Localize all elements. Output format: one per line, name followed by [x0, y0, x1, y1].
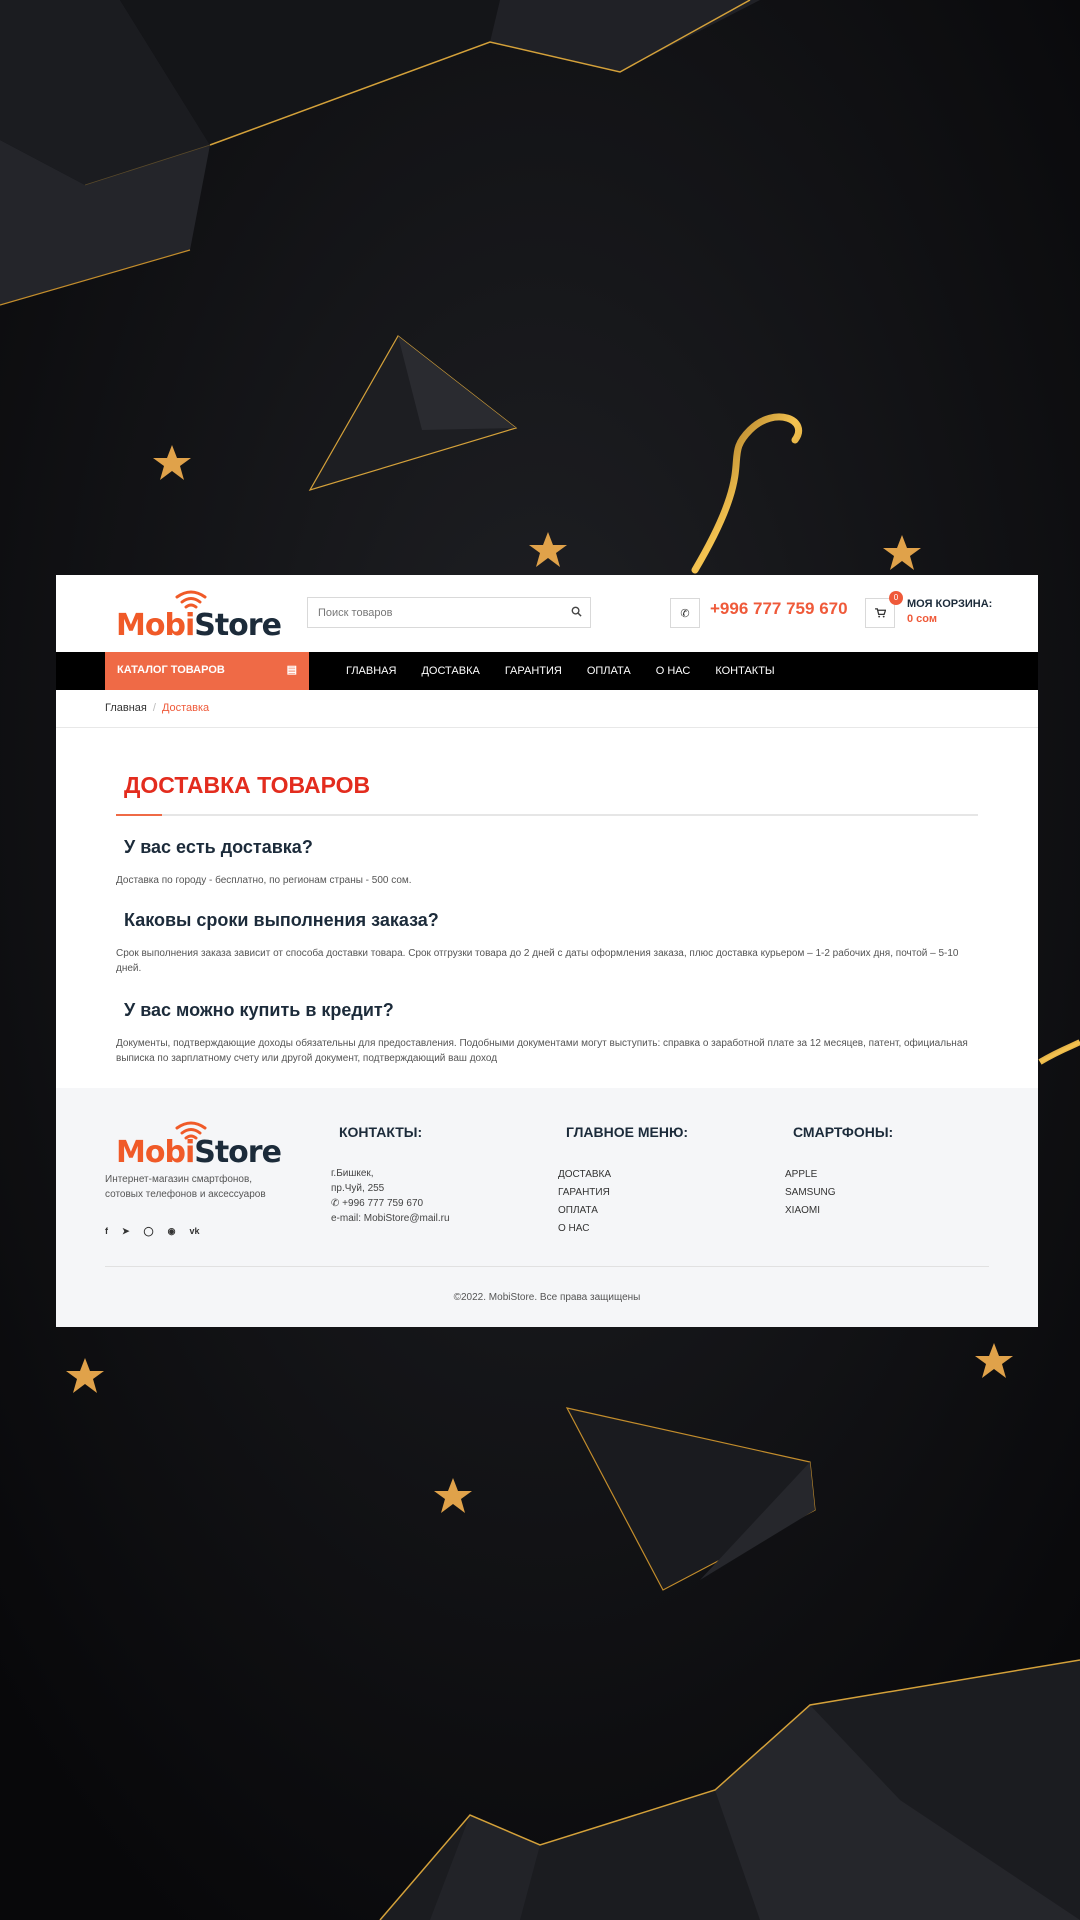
footer-brand-xiaomi[interactable]: XIAOMI	[785, 1202, 893, 1220]
catalog-label: КАТАЛОГ ТОВАРОВ	[117, 664, 225, 676]
cart-sum: 0 сом	[907, 613, 938, 625]
footer-logo[interactable]: MobiStore	[116, 1120, 286, 1170]
footer-phone[interactable]: ✆ +996 777 759 670	[331, 1196, 450, 1211]
footer-city: г.Бишкек,	[331, 1168, 374, 1179]
twitter-icon[interactable]: ➤	[122, 1226, 130, 1237]
faq-answer: Срок выполнения заказа зависит от способ…	[116, 948, 959, 974]
footer-menu-payment[interactable]: ОПЛАТА	[558, 1202, 688, 1220]
faq-question: У вас можно купить в кредит?	[124, 1000, 394, 1020]
footer-smartphones-title: СМАРТФОНЫ:	[793, 1124, 894, 1140]
facebook-icon[interactable]: f	[105, 1226, 108, 1237]
wifi-waves-icon	[175, 590, 207, 609]
faq-answer: Документы, подтверждающие доходы обязате…	[116, 1038, 968, 1064]
catalog-button[interactable]: КАТАЛОГ ТОВАРОВ ▤	[105, 652, 309, 690]
footer-divider	[105, 1266, 989, 1267]
logo-text: MobiStore	[116, 608, 282, 643]
search-icon[interactable]	[562, 606, 590, 620]
header: MobiStore ✆ +996 777 759 670 0 МОЯ КОРЗИ…	[56, 575, 1038, 652]
footer-contacts: КОНТАКТЫ: г.Бишкек, пр.Чуй, 255 ✆ +996 7…	[331, 1124, 450, 1226]
phone-button[interactable]: ✆	[670, 598, 700, 628]
pinterest-icon[interactable]: ◉	[168, 1226, 176, 1237]
faq-question: У вас есть доставка?	[124, 837, 313, 857]
instagram-icon[interactable]: ◯	[144, 1226, 154, 1237]
search-box	[307, 597, 591, 628]
footer-description: Интернет-магазин смартфонов, сотовых тел…	[105, 1174, 266, 1200]
nav-item-warranty[interactable]: ГАРАНТИЯ	[505, 652, 562, 690]
nav-item-payment[interactable]: ОПЛАТА	[587, 652, 631, 690]
cart-title[interactable]: МОЯ КОРЗИНА:	[907, 598, 992, 610]
main-content: ДОСТАВКА ТОВАРОВ У вас есть доставка? До…	[56, 772, 1038, 1066]
footer-menu-about[interactable]: О НАС	[558, 1220, 688, 1238]
footer-menu-warranty[interactable]: ГАРАНТИЯ	[558, 1184, 688, 1202]
page-title: ДОСТАВКА ТОВАРОВ	[124, 772, 371, 798]
phone-icon: ✆	[680, 607, 690, 620]
faq-question: Каковы сроки выполнения заказа?	[124, 910, 439, 930]
footer-street: пр.Чуй, 255	[331, 1183, 385, 1194]
title-divider	[116, 814, 978, 816]
footer-brand-apple[interactable]: APPLE	[785, 1166, 893, 1184]
footer-email[interactable]: e-mail: MobiStore@mail.ru	[331, 1211, 450, 1226]
main-navbar: КАТАЛОГ ТОВАРОВ ▤ ГЛАВНАЯ ДОСТАВКА ГАРАН…	[56, 652, 1038, 690]
nav-item-delivery[interactable]: ДОСТАВКА	[421, 652, 479, 690]
breadcrumb: Главная / Доставка	[56, 690, 1038, 728]
footer-main-menu: ГЛАВНОЕ МЕНЮ: ДОСТАВКА ГАРАНТИЯ ОПЛАТА О…	[558, 1124, 688, 1238]
footer: MobiStore Интернет-магазин смартфонов, с…	[56, 1088, 1038, 1327]
main-menu: ГЛАВНАЯ ДОСТАВКА ГАРАНТИЯ ОПЛАТА О НАС К…	[346, 652, 800, 690]
header-phone-number[interactable]: +996 777 759 670	[710, 599, 848, 619]
cart-count-badge: 0	[889, 591, 903, 605]
faq-answer: Доставка по городу - бесплатно, по регио…	[116, 875, 412, 886]
breadcrumb-current: Доставка	[161, 702, 210, 714]
nav-item-about[interactable]: О НАС	[656, 652, 691, 690]
footer-menu-title: ГЛАВНОЕ МЕНЮ:	[566, 1124, 689, 1140]
cart-icon	[874, 608, 886, 618]
copyright: ©2022. MobiStore. Все права защищены	[453, 1292, 641, 1303]
social-links: f ➤ ◯ ◉ vk	[105, 1226, 200, 1237]
footer-menu-delivery[interactable]: ДОСТАВКА	[558, 1166, 688, 1184]
logo-text: MobiStore	[116, 1135, 282, 1170]
breadcrumb-home[interactable]: Главная	[105, 702, 147, 714]
footer-brand-samsung[interactable]: SAMSUNG	[785, 1184, 893, 1202]
search-input[interactable]	[308, 598, 562, 627]
footer-contacts-title: КОНТАКТЫ:	[339, 1124, 423, 1140]
list-icon: ▤	[286, 664, 297, 676]
vk-icon[interactable]: vk	[189, 1226, 199, 1237]
footer-smartphones: СМАРТФОНЫ: APPLE SAMSUNG XIAOMI	[785, 1124, 893, 1220]
nav-item-home[interactable]: ГЛАВНАЯ	[346, 652, 396, 690]
nav-item-contacts[interactable]: КОНТАКТЫ	[715, 652, 774, 690]
phone-icon: ✆	[331, 1198, 343, 1209]
breadcrumb-separator: /	[152, 702, 156, 714]
logo[interactable]: MobiStore	[116, 589, 286, 643]
page-card: MobiStore ✆ +996 777 759 670 0 МОЯ КОРЗИ…	[56, 575, 1038, 1327]
